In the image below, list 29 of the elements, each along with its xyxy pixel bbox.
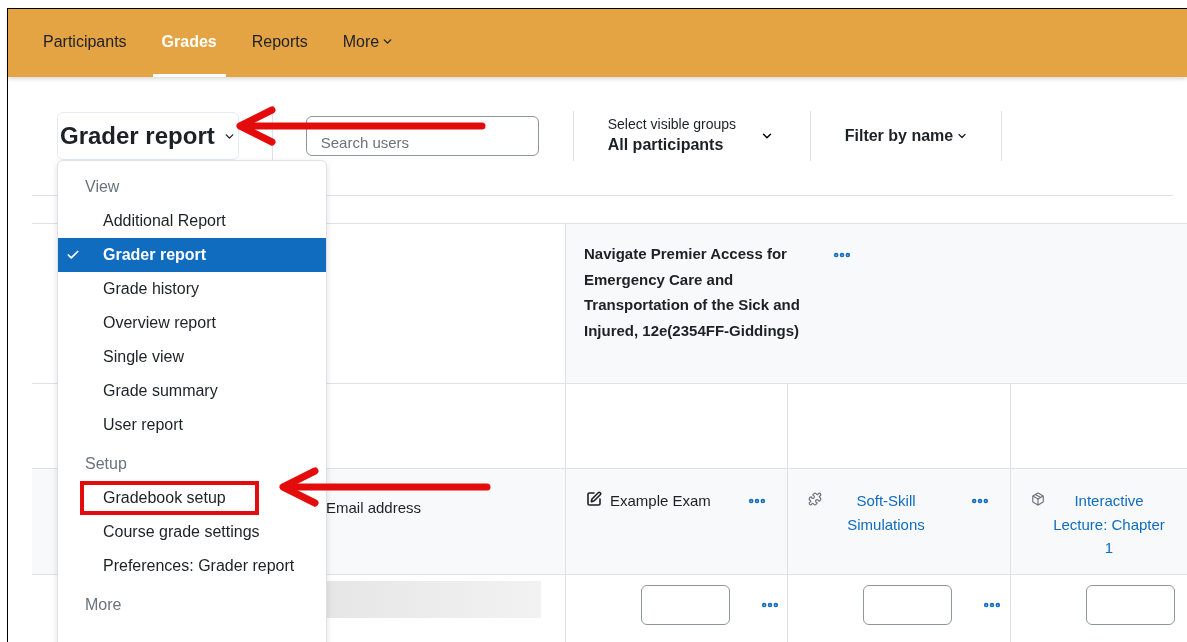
search-field[interactable]: Search users <box>305 116 539 156</box>
menu-item[interactable]: User report <box>58 408 326 442</box>
menu-item[interactable]: Grade history <box>58 272 326 306</box>
grade-input[interactable] <box>1086 585 1175 625</box>
check-icon <box>66 248 80 262</box>
menu-heading: View <box>84 177 121 197</box>
filter-button[interactable]: Filter by name <box>844 124 1001 148</box>
menu-item[interactable]: Gradebook setup <box>58 481 326 515</box>
menu-item[interactable]: Grader report <box>58 238 326 272</box>
nav-tab[interactable]: Participants <box>34 9 136 77</box>
puzzle-icon <box>808 492 822 506</box>
nav-tab[interactable]: More <box>333 9 404 77</box>
category-title: Navigate Premier Access for Emergency Care and Transportation of the Sick and Injured, 12e(2354FF-Giddings) <box>584 244 801 341</box>
grade-input[interactable] <box>641 585 730 625</box>
groups-selector[interactable]: Select visible groups All participants <box>607 115 810 157</box>
edit-icon <box>586 491 602 507</box>
menu-item[interactable]: Course grade settings <box>58 515 326 549</box>
cube-icon <box>1031 492 1045 506</box>
menu-item[interactable]: Additional Report <box>58 204 326 238</box>
nav-tab[interactable]: Reports <box>242 9 317 77</box>
menu-heading: More <box>84 595 123 615</box>
menu-item[interactable]: Grade summary <box>58 374 326 408</box>
menu-item[interactable]: Overview report <box>58 306 326 340</box>
item-title: Example Exam <box>610 491 712 511</box>
menu-item[interactable]: Single view <box>58 340 326 374</box>
column-heading: Email address <box>326 499 422 516</box>
menu-item[interactable]: Preferences: Grader report <box>58 549 326 583</box>
menu-heading: Setup <box>84 454 128 474</box>
grade-input[interactable] <box>863 585 952 625</box>
